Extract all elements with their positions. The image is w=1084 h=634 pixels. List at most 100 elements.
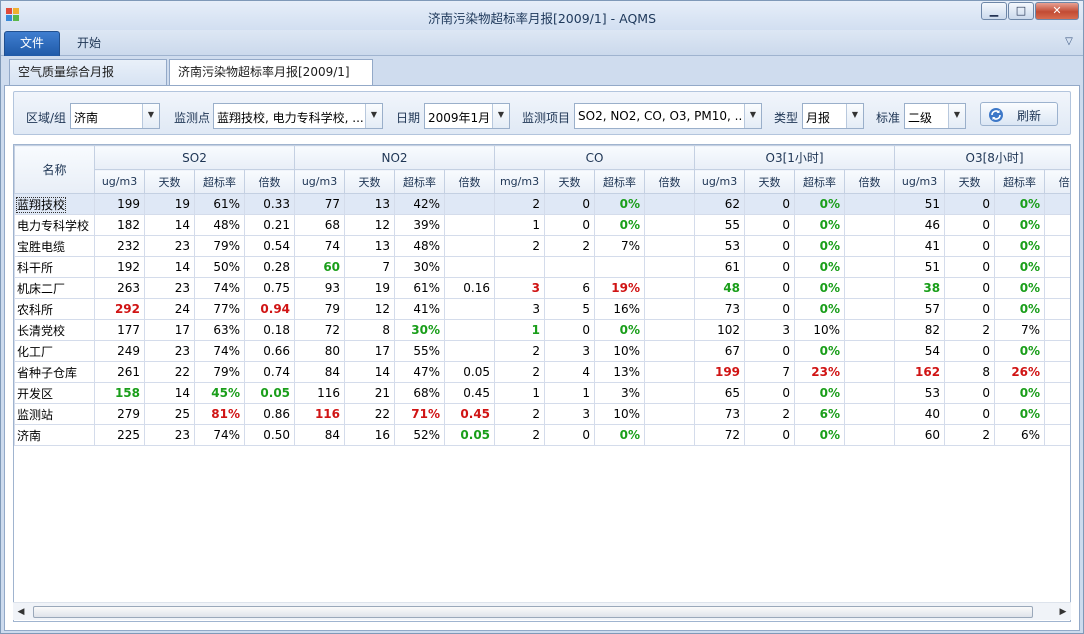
table-cell[interactable]: 0 <box>544 319 596 341</box>
group-header[interactable]: CO <box>494 145 696 170</box>
table-cell[interactable] <box>444 214 496 236</box>
table-cell[interactable]: 1 <box>494 214 546 236</box>
table-cell[interactable]: 16% <box>594 298 646 320</box>
site-combo[interactable]: 蓝翔技校, 电力专科学校, ... ▼ <box>213 103 383 129</box>
table-cell[interactable]: 61% <box>194 193 245 215</box>
scrollbar-thumb[interactable] <box>33 606 1033 618</box>
table-cell[interactable] <box>1044 424 1070 446</box>
table-cell[interactable]: 0 <box>744 298 796 320</box>
doc-tab-air-quality-report[interactable]: 空气质量综合月报[2009/1] <box>9 59 167 103</box>
table-cell[interactable]: 0% <box>994 235 1046 257</box>
table-cell[interactable]: 48% <box>394 235 446 257</box>
table-cell[interactable] <box>844 340 896 362</box>
table-cell[interactable]: 19% <box>594 277 646 299</box>
table-row[interactable]: 监测站 279 25 81% 0.86 116 22 71% 0.45 2 3 10% 73 2 6% 40 0… <box>14 403 1070 425</box>
horizontal-scrollbar[interactable]: ◀ ▶ <box>13 602 1071 620</box>
column-header[interactable]: 超标率 <box>794 169 846 194</box>
table-cell[interactable] <box>444 340 496 362</box>
table-cell[interactable]: 14 <box>144 214 195 236</box>
table-cell[interactable]: 0 <box>944 277 996 299</box>
table-cell[interactable]: 23% <box>794 361 846 383</box>
table-cell[interactable]: 61 <box>694 256 746 278</box>
table-cell[interactable] <box>1044 256 1070 278</box>
table-cell[interactable]: 0 <box>744 256 796 278</box>
dropdown-arrow-icon[interactable]: ▼ <box>948 104 965 128</box>
table-row[interactable]: 济南 225 23 74% 0.50 84 16 52% 0.05 2 0 0% 72 0 0% 60 2 6% <box>14 424 1070 446</box>
table-cell[interactable]: 0.66 <box>243 340 296 362</box>
table-cell[interactable]: 73 <box>694 298 746 320</box>
table-cell[interactable]: 0 <box>744 214 796 236</box>
table-cell[interactable]: 39% <box>394 214 446 236</box>
column-header-name[interactable]: 名称 <box>14 145 95 194</box>
table-cell[interactable]: 17 <box>144 319 195 341</box>
table-cell[interactable]: 0.50 <box>243 424 296 446</box>
column-header[interactable]: 天数 <box>744 169 796 194</box>
column-header[interactable]: 天数 <box>544 169 596 194</box>
table-cell[interactable]: 0.16 <box>444 277 496 299</box>
column-header[interactable]: ug/m3 <box>894 169 946 194</box>
doc-tab-exceedance-report[interactable]: 济南污染物超标率月报[2009/1]✕ <box>169 59 373 103</box>
table-row[interactable]: 电力专科学校 182 14 48% 0.21 68 12 39% 1 0 0% 55 0 0% 46 0 0% <box>14 214 1070 236</box>
table-cell[interactable]: 0% <box>994 403 1046 425</box>
table-cell[interactable]: 0 <box>544 424 596 446</box>
row-name-cell[interactable]: 化工厂 <box>14 340 95 362</box>
table-row[interactable]: 蓝翔技校 199 19 61% 0.33 77 13 42% 2 0 0% 62 0 0% 51 0 0% <box>14 193 1070 215</box>
table-cell[interactable]: 158 <box>94 382 145 404</box>
table-cell[interactable]: 82 <box>894 319 946 341</box>
table-cell[interactable]: 232 <box>94 235 145 257</box>
table-cell[interactable]: 25 <box>144 403 195 425</box>
data-grid[interactable]: 名称 SO2 NO2 CO O3[1小时] O3[8小时] ug/m3 天数 超标率 倍数 ug/m… <box>13 144 1071 622</box>
dropdown-arrow-icon[interactable]: ▼ <box>142 104 159 128</box>
date-combo[interactable]: 2009年1月 ▼ <box>424 103 510 129</box>
table-cell[interactable]: 7 <box>344 256 396 278</box>
table-cell[interactable]: 7% <box>594 235 646 257</box>
table-cell[interactable]: 0% <box>994 193 1046 215</box>
table-cell[interactable] <box>644 403 696 425</box>
table-cell[interactable]: 2 <box>494 235 546 257</box>
table-cell[interactable]: 199 <box>94 193 145 215</box>
row-name-cell[interactable]: 电力专科学校 <box>14 214 95 236</box>
table-cell[interactable]: 54 <box>894 340 946 362</box>
table-cell[interactable] <box>1044 403 1070 425</box>
table-cell[interactable]: 162 <box>894 361 946 383</box>
group-header[interactable]: NO2 <box>294 145 496 170</box>
table-cell[interactable]: 53 <box>894 382 946 404</box>
table-cell[interactable]: 2 <box>544 235 596 257</box>
table-cell[interactable] <box>544 256 596 278</box>
table-cell[interactable]: 22 <box>144 361 195 383</box>
table-cell[interactable]: 23 <box>144 424 195 446</box>
table-cell[interactable]: 13% <box>594 361 646 383</box>
table-cell[interactable]: 0% <box>794 214 846 236</box>
table-cell[interactable]: 0% <box>794 277 846 299</box>
table-cell[interactable]: 84 <box>294 361 346 383</box>
table-cell[interactable]: 279 <box>94 403 145 425</box>
row-name-cell[interactable]: 监测站 <box>14 403 95 425</box>
column-header[interactable]: 超标率 <box>194 169 245 194</box>
table-cell[interactable]: 0 <box>744 193 796 215</box>
table-cell[interactable]: 38 <box>894 277 946 299</box>
column-header[interactable]: ug/m3 <box>94 169 145 194</box>
table-cell[interactable]: 19 <box>144 193 195 215</box>
table-cell[interactable]: 30% <box>394 256 446 278</box>
group-header[interactable]: O3[1小时] <box>694 145 896 170</box>
row-name-cell[interactable]: 科干所 <box>14 256 95 278</box>
table-cell[interactable]: 0 <box>544 214 596 236</box>
table-cell[interactable]: 2 <box>494 340 546 362</box>
table-cell[interactable]: 22 <box>344 403 396 425</box>
table-cell[interactable]: 2 <box>744 403 796 425</box>
table-cell[interactable]: 45% <box>194 382 245 404</box>
table-cell[interactable]: 51 <box>894 193 946 215</box>
table-cell[interactable]: 8 <box>344 319 396 341</box>
table-row[interactable]: 开发区 158 14 45% 0.05 116 21 68% 0.45 1 1 3% 65 0 0% 53 0 0… <box>14 382 1070 404</box>
dropdown-arrow-icon[interactable]: ▼ <box>365 104 382 128</box>
column-header[interactable]: mg/m3 <box>494 169 546 194</box>
table-cell[interactable]: 14 <box>344 361 396 383</box>
minimize-button[interactable]: ▁ <box>981 2 1007 20</box>
row-name-cell[interactable]: 长清党校 <box>14 319 95 341</box>
table-cell[interactable] <box>844 298 896 320</box>
table-cell[interactable]: 41 <box>894 235 946 257</box>
table-cell[interactable]: 0 <box>944 235 996 257</box>
table-cell[interactable]: 57 <box>894 298 946 320</box>
row-name-cell[interactable]: 宝胜电缆 <box>14 235 95 257</box>
table-cell[interactable] <box>444 298 496 320</box>
